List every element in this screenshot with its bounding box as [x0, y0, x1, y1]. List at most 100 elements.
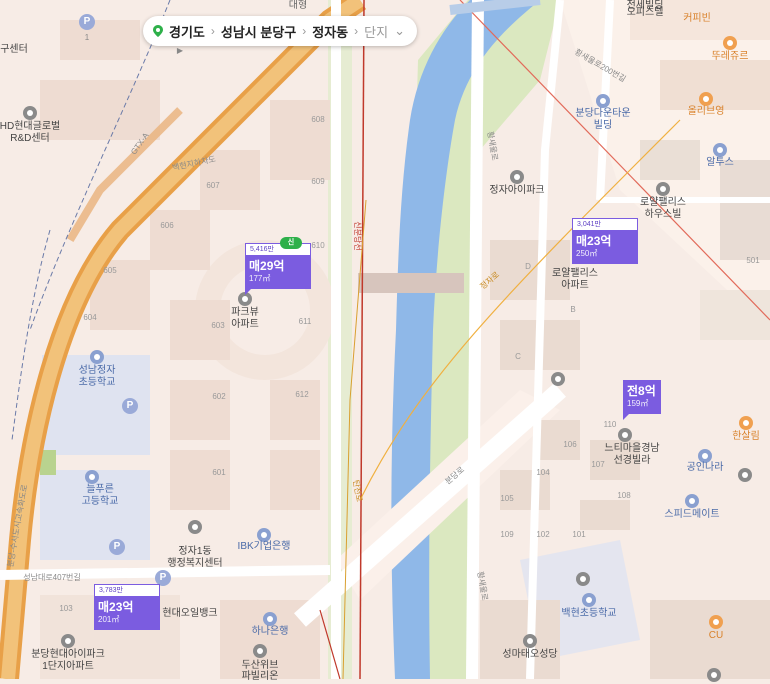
school-pin-icon[interactable]: [85, 470, 99, 484]
service-pin-icon[interactable]: [685, 494, 699, 508]
bakery-pin-icon[interactable]: [723, 36, 737, 50]
marker-area: 177㎡: [249, 274, 271, 283]
map-label: 대형: [288, 0, 308, 11]
map-canvas[interactable]: 경기도 › 성남시 분당구 › 정자동 › 단지 ⌄ 대형 P 1 구센터 HD…: [0, 0, 770, 682]
map-label: 행정복지센터: [167, 558, 223, 569]
map-label: IBK기업은행: [237, 541, 291, 552]
building-pin-icon[interactable]: [23, 106, 37, 120]
building-pin-icon[interactable]: [713, 143, 727, 157]
price-marker[interactable]: 3,041만 매23억 250㎡: [572, 218, 638, 264]
marker-price: 매23억: [98, 600, 134, 614]
map-label: 현대오일뱅크: [162, 608, 218, 619]
apartment-pin-icon[interactable]: [61, 634, 75, 648]
marker-tail: [245, 289, 257, 295]
map-label: 1: [84, 33, 90, 42]
map-label: R&D센터: [10, 133, 50, 144]
map-label: 한살림: [732, 431, 760, 442]
map-label: 초등학교: [78, 377, 116, 388]
breadcrumb-dong[interactable]: 정자동: [312, 22, 348, 41]
block-number: 102: [536, 530, 550, 539]
building-pin-icon[interactable]: [707, 668, 721, 682]
block-number: 104: [536, 468, 550, 477]
marker-area: 159㎡: [627, 399, 649, 408]
map-label: 하나은행: [251, 626, 289, 637]
location-breadcrumb[interactable]: 경기도 › 성남시 분당구 › 정자동 › 단지 ⌄: [143, 16, 417, 46]
breadcrumb-province[interactable]: 경기도: [169, 22, 205, 41]
map-label: 뚜레쥬르: [711, 51, 749, 62]
block-number: 606: [160, 221, 174, 230]
map-label: 오피스텔: [626, 7, 664, 18]
map-label: 성마태오성당: [502, 649, 558, 660]
school-pin-icon[interactable]: [576, 572, 590, 586]
map-label: 빌딩: [593, 120, 613, 131]
map-label: 성남대로407번길: [23, 573, 81, 582]
new-listing-badge: 신: [280, 237, 302, 249]
building-pin-icon[interactable]: [551, 372, 565, 386]
map-label: 구센터: [0, 44, 28, 55]
breadcrumb-separator-icon: ›: [210, 24, 215, 38]
price-marker[interactable]: 5,416만 매29억 177㎡: [245, 243, 311, 295]
building-pin-icon[interactable]: [656, 182, 670, 196]
block-number: 601: [212, 468, 226, 477]
church-pin-icon[interactable]: [523, 634, 537, 648]
map-base-layer: [0, 0, 770, 680]
apartment-pin-icon[interactable]: [510, 170, 524, 184]
block-number: 609: [311, 177, 325, 186]
price-marker[interactable]: 3,783만 매23억 201㎡: [94, 584, 160, 630]
office-pin-icon[interactable]: [698, 449, 712, 463]
map-label: 분당다운타운: [575, 108, 631, 119]
map-label: 하우스빌: [644, 209, 682, 220]
map-label: 알투스: [706, 157, 734, 168]
block-number: 605: [103, 266, 117, 275]
school-pin-icon[interactable]: [582, 593, 596, 607]
location-pin-icon: [153, 25, 163, 37]
block-number: 603: [211, 321, 225, 330]
office-pin-icon[interactable]: [188, 520, 202, 534]
block-number: 604: [83, 313, 97, 322]
block-letter: B: [570, 305, 576, 314]
marker-households: 3,041만: [572, 218, 638, 230]
bank-pin-icon[interactable]: [257, 528, 271, 542]
map-label: HD현대글로벌: [0, 121, 61, 132]
map-label: CU: [708, 630, 724, 641]
convenience-store-pin-icon[interactable]: [709, 615, 723, 629]
building-pin-icon[interactable]: [738, 468, 752, 482]
block-number: 108: [617, 491, 631, 500]
map-label: 백현초등학교: [561, 608, 617, 619]
block-number: 106: [563, 440, 577, 449]
block-number: 501: [746, 256, 760, 265]
map-label: 파크뷰: [231, 307, 259, 318]
marker-area: 250㎡: [576, 249, 598, 258]
block-number: 611: [298, 317, 312, 326]
map-label: 로얄팰리스: [640, 197, 686, 208]
block-number: 608: [311, 115, 325, 124]
grocery-pin-icon[interactable]: [739, 416, 753, 430]
map-label: 느티마을경남: [604, 443, 660, 454]
map-label: 분당현대아이파크: [31, 649, 105, 660]
building-pin-icon[interactable]: [596, 94, 610, 108]
chevron-down-icon[interactable]: ⌄: [394, 23, 405, 39]
price-marker[interactable]: 전8억 159㎡: [623, 380, 661, 420]
map-label: 정자1동: [178, 546, 212, 557]
breadcrumb-complex-select[interactable]: 단지: [364, 22, 388, 41]
block-number: 610: [311, 241, 325, 250]
parking-icon[interactable]: P: [109, 539, 125, 555]
parking-icon[interactable]: P: [122, 398, 138, 414]
breadcrumb-city[interactable]: 성남시 분당구: [221, 22, 296, 41]
map-label: 로얄팰리스: [552, 268, 598, 279]
block-number: 612: [295, 390, 309, 399]
parking-icon[interactable]: P: [79, 14, 95, 30]
block-number: 103: [59, 604, 73, 613]
building-pin-icon[interactable]: [253, 644, 267, 658]
apartment-pin-icon[interactable]: [618, 428, 632, 442]
map-label: 커피빈: [683, 13, 711, 24]
block-number: 602: [212, 392, 226, 401]
block-number: 107: [591, 460, 605, 469]
map-label: 스피드메이트: [664, 509, 720, 520]
breadcrumb-separator-icon: ›: [302, 24, 307, 38]
bank-pin-icon[interactable]: [263, 612, 277, 626]
store-pin-icon[interactable]: [699, 92, 713, 106]
map-label: 1단지아파트: [42, 661, 94, 672]
school-pin-icon[interactable]: [90, 350, 104, 364]
map-label: 공인나라: [686, 462, 724, 473]
